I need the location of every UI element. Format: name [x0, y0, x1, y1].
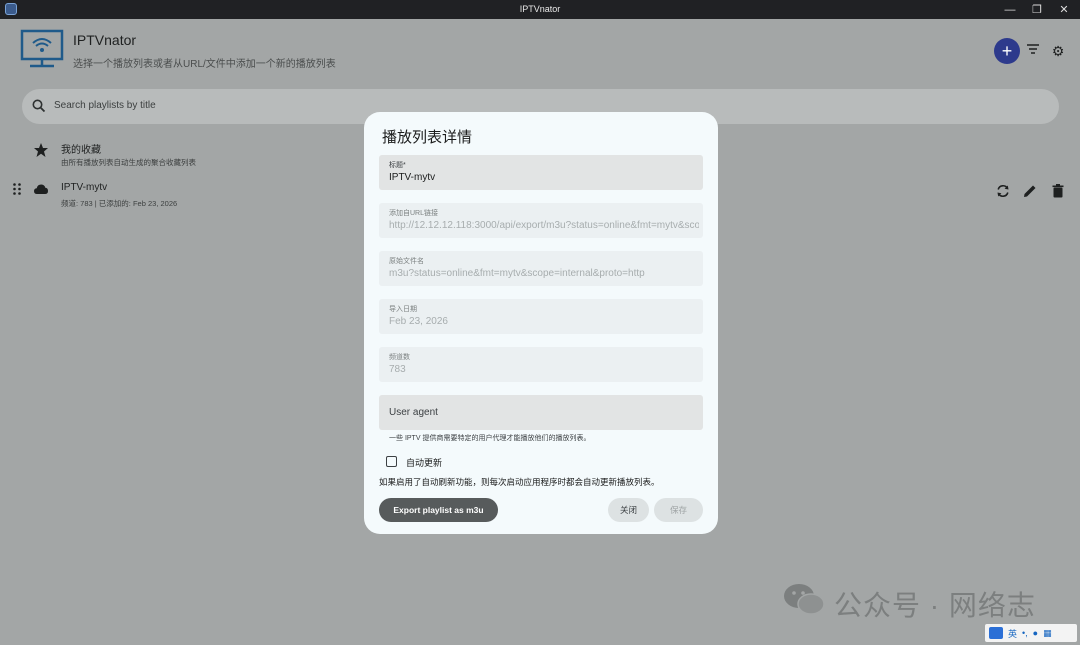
- list-item-subtitle: 由所有播放列表自动生成的聚合收藏列表: [61, 158, 196, 167]
- watermark: 公众号 · 网络志: [782, 580, 1062, 621]
- dialog-title: 播放列表详情: [382, 129, 473, 146]
- channel-count-field: 频道数 783: [379, 347, 703, 382]
- window-titlebar: IPTVnator — ❐ ✕: [0, 0, 1080, 19]
- import-date-label: 导入日期: [389, 306, 417, 313]
- close-dialog-button[interactable]: 关闭: [608, 498, 649, 522]
- title-field-label: 标题*: [389, 162, 406, 169]
- drag-handle-icon[interactable]: [12, 182, 22, 196]
- edit-pencil-icon[interactable]: [1022, 183, 1038, 199]
- add-playlist-button[interactable]: +: [994, 38, 1020, 64]
- wechat-logo-icon: [784, 584, 825, 615]
- list-item-title: 我的收藏: [61, 145, 101, 156]
- restore-button[interactable]: ❐: [1022, 0, 1052, 19]
- user-tray-icon[interactable]: ●: [1033, 628, 1038, 638]
- url-field: 添加自URL链接 http://12.12.12.118:3000/api/ex…: [379, 203, 703, 238]
- user-agent-field[interactable]: User agent: [379, 395, 703, 430]
- user-agent-hint: 一些 IPTV 提供商需要特定的用户代理才能播放他们的播放列表。: [389, 435, 591, 442]
- save-button[interactable]: 保存: [654, 498, 703, 522]
- refresh-icon[interactable]: [995, 183, 1011, 199]
- playlist-details-dialog: 播放列表详情 标题* IPTV-mytv 添加自URL链接 http://12.…: [364, 112, 718, 534]
- punctuation-icon[interactable]: •,: [1022, 628, 1028, 638]
- channel-count-label: 频道数: [389, 354, 410, 361]
- import-date-field: 导入日期 Feb 23, 2026: [379, 299, 703, 334]
- filter-icon[interactable]: [1024, 42, 1042, 60]
- search-icon: [32, 99, 46, 113]
- watermark-text: 公众号 · 网络志: [834, 590, 1036, 621]
- channel-count-value: 783: [389, 364, 406, 375]
- title-field[interactable]: 标题* IPTV-mytv: [379, 155, 703, 190]
- star-icon: [34, 143, 48, 157]
- cloud-icon: [34, 184, 48, 194]
- import-date-value: Feb 23, 2026: [389, 316, 448, 327]
- search-input[interactable]: Search playlists by title: [54, 100, 156, 111]
- system-tray: 英 •, ● ▦: [985, 624, 1077, 642]
- auto-refresh-hint: 如果启用了自动刷新功能，则每次启动应用程序时都会自动更新播放列表。: [379, 477, 660, 487]
- window-title: IPTVnator: [519, 4, 561, 14]
- filename-field: 原始文件名 m3u?status=online&fmt=mytv&scope=i…: [379, 251, 703, 286]
- filename-field-value: m3u?status=online&fmt=mytv&scope=interna…: [389, 268, 645, 279]
- title-field-value[interactable]: IPTV-mytv: [389, 172, 699, 183]
- user-agent-placeholder[interactable]: User agent: [389, 407, 438, 418]
- list-item-title: IPTV-mytv: [61, 182, 108, 193]
- url-field-label: 添加自URL链接: [389, 210, 439, 217]
- input-method-icon[interactable]: [989, 627, 1003, 639]
- auto-refresh-checkbox[interactable]: [386, 456, 397, 467]
- app-subtitle: 选择一个播放列表或者从URL/文件中添加一个新的播放列表: [73, 59, 336, 70]
- settings-gear-icon[interactable]: ⚙: [1049, 42, 1067, 60]
- auto-refresh-label[interactable]: 自动更新: [406, 456, 442, 469]
- list-item-subtitle: 频道: 783 | 已添加的: Feb 23, 2026: [61, 199, 178, 208]
- export-m3u-button[interactable]: Export playlist as m3u: [379, 498, 498, 522]
- filename-field-label: 原始文件名: [389, 258, 424, 265]
- url-field-value: http://12.12.12.118:3000/api/export/m3u?…: [389, 220, 699, 231]
- grid-menu-icon[interactable]: ▦: [1043, 628, 1052, 639]
- minimize-button[interactable]: —: [995, 0, 1025, 19]
- tv-logo-icon: [20, 29, 64, 68]
- app-title: IPTVnator: [73, 32, 137, 48]
- close-window-button[interactable]: ✕: [1049, 0, 1079, 19]
- input-language-indicator[interactable]: 英: [1008, 627, 1017, 640]
- delete-trash-icon[interactable]: [1050, 183, 1066, 199]
